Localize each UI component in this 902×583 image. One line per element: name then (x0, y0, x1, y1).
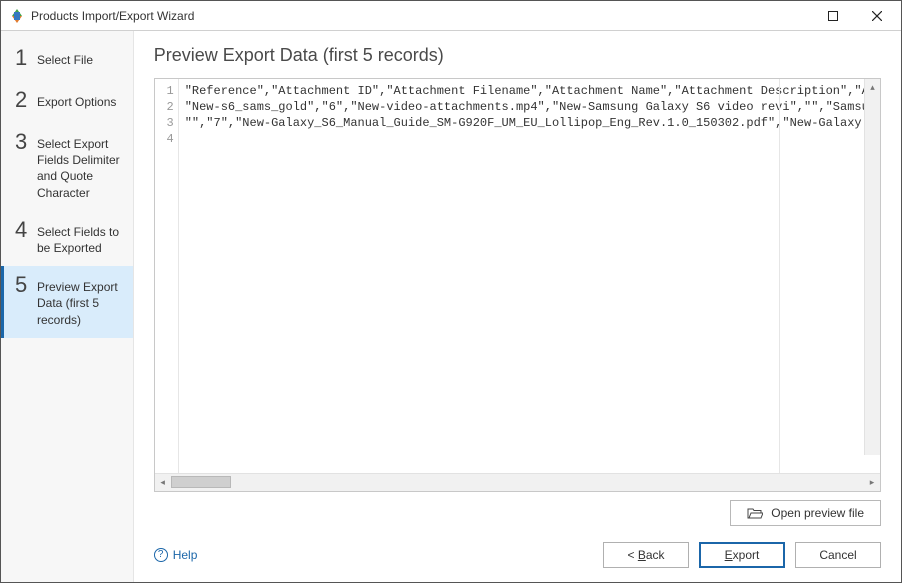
step-select-fields[interactable]: 4 Select Fields to be Exported (1, 211, 133, 266)
gutter-line: 1 (155, 83, 174, 99)
cancel-button[interactable]: Cancel (795, 542, 881, 568)
step-delimiter-quote[interactable]: 3 Select Export Fields Delimiter and Quo… (1, 123, 133, 211)
vertical-scrollbar[interactable]: ▴ (864, 79, 880, 455)
code-line: "","7","New-Galaxy_S6_Manual_Guide_SM-G9… (185, 115, 876, 131)
step-label: Select Export Fields Delimiter and Quote… (37, 133, 121, 201)
step-export-options[interactable]: 2 Export Options (1, 81, 133, 123)
main-panel: Preview Export Data (first 5 records) 1 … (134, 31, 901, 582)
help-label: Help (173, 548, 198, 562)
step-label: Select Fields to be Exported (37, 221, 121, 256)
line-gutter: 1 2 3 4 (155, 79, 179, 473)
scroll-left-icon[interactable]: ◂ (155, 474, 171, 491)
step-number: 3 (15, 131, 37, 153)
page-title: Preview Export Data (first 5 records) (154, 45, 881, 66)
scroll-up-icon[interactable]: ▴ (865, 79, 880, 95)
wizard-sidebar: 1 Select File 2 Export Options 3 Select … (1, 31, 134, 582)
step-number: 5 (15, 274, 37, 296)
scroll-right-icon[interactable]: ▸ (864, 474, 880, 491)
help-icon: ? (154, 548, 168, 562)
gutter-line: 2 (155, 99, 174, 115)
wizard-footer: ? Help < Back Export Cancel (154, 526, 881, 568)
step-label: Export Options (37, 91, 121, 110)
step-number: 1 (15, 47, 37, 69)
scroll-track[interactable] (171, 474, 864, 491)
title-bar: Products Import/Export Wizard (1, 1, 901, 31)
step-preview-export[interactable]: 5 Preview Export Data (first 5 records) (1, 266, 133, 338)
preview-box: 1 2 3 4 "Reference","Attachment ID","Att… (154, 78, 881, 492)
preview-text[interactable]: "Reference","Attachment ID","Attachment … (179, 79, 880, 473)
back-button[interactable]: < Back (603, 542, 689, 568)
gutter-line: 4 (155, 131, 174, 147)
window-title: Products Import/Export Wizard (31, 9, 811, 23)
gutter-line: 3 (155, 115, 174, 131)
help-link[interactable]: ? Help (154, 548, 198, 562)
footer-buttons: < Back Export Cancel (603, 542, 881, 568)
maximize-button[interactable] (811, 2, 855, 30)
code-line: "Reference","Attachment ID","Attachment … (185, 83, 876, 99)
code-line: "New-s6_sams_gold","6","New-video-attach… (185, 99, 876, 115)
step-label: Select File (37, 49, 121, 68)
window-controls (811, 2, 899, 30)
close-button[interactable] (855, 2, 899, 30)
open-preview-file-button[interactable]: Open preview file (730, 500, 881, 526)
scroll-thumb[interactable] (171, 476, 231, 488)
export-button[interactable]: Export (699, 542, 785, 568)
step-number: 4 (15, 219, 37, 241)
step-number: 2 (15, 89, 37, 111)
horizontal-scrollbar[interactable]: ◂ ▸ (155, 473, 880, 491)
content-area: 1 Select File 2 Export Options 3 Select … (1, 31, 901, 582)
preview-inner: 1 2 3 4 "Reference","Attachment ID","Att… (155, 79, 880, 473)
preview-actions: Open preview file (154, 500, 881, 526)
step-select-file[interactable]: 1 Select File (1, 39, 133, 81)
open-preview-label: Open preview file (771, 506, 864, 520)
app-icon (9, 8, 25, 24)
folder-open-icon (747, 507, 763, 519)
print-margin-line (779, 79, 780, 473)
step-label: Preview Export Data (first 5 records) (37, 276, 121, 328)
